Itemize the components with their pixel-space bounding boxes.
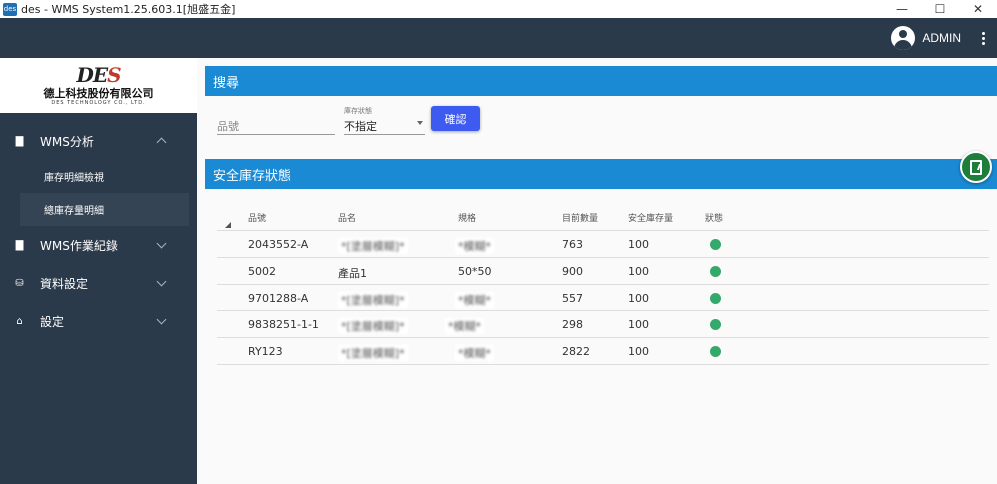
column-header-spec[interactable]: 規格 <box>458 211 476 224</box>
company-name-cn: 德上科技股份有限公司 <box>43 86 154 100</box>
cell-spec: 50*50 <box>458 264 492 278</box>
close-icon[interactable]: ✕ <box>959 0 997 18</box>
cell-part-no: 5002 <box>248 264 276 278</box>
chevron-down-icon <box>156 238 167 249</box>
sidebar-item-wms-analysis[interactable]: ▇ WMS分析 <box>0 122 197 160</box>
cell-part-no: 9838251-1-1 <box>248 318 319 332</box>
status-ok-icon <box>710 292 721 304</box>
chevron-down-icon <box>156 276 167 287</box>
column-header-safety-stock[interactable]: 安全庫存量 <box>628 211 673 224</box>
cell-name: *[塗層模糊]* <box>338 291 408 308</box>
company-name-en: DES TECHNOLOGY CO., LTD. <box>51 99 146 106</box>
document-icon: ▇ <box>15 239 24 251</box>
cell-safety-stock: 100 <box>628 291 649 305</box>
user-menu[interactable]: ADMIN <box>891 26 961 50</box>
sidebar-subitem-total-inventory[interactable]: 總庫存量明細 <box>20 193 189 226</box>
stock-status-select[interactable]: 庫存狀態 不指定 <box>344 106 425 135</box>
cell-spec: *模糊* <box>445 318 484 335</box>
safety-stock-table: 品號 品名 規格 目前數量 安全庫存量 狀態 2043552-A *[塗層模糊]… <box>217 204 989 365</box>
column-header-part-no[interactable]: 品號 <box>248 211 266 224</box>
sidebar-item-label: WMS作業紀錄 <box>40 238 118 253</box>
sidebar-nav: ▇ WMS分析 庫存明細檢視 總庫存量明細 ▇ WMS作業紀錄 ⛁ 資料設定 ⌂… <box>0 113 197 340</box>
cell-qty: 2822 <box>562 345 590 359</box>
more-vert-icon[interactable] <box>973 26 993 50</box>
status-ok-icon <box>710 265 721 277</box>
table-row[interactable]: RY123 *[塗層模糊]* *模糊* 2822 100 <box>217 338 989 365</box>
part-number-input[interactable]: 品號 <box>217 106 335 135</box>
window-titlebar: des des - WMS System1.25.603.1[旭盛五金] — ☐… <box>0 0 997 18</box>
cell-qty: 298 <box>562 318 583 332</box>
sidebar-item-label: WMS分析 <box>40 134 94 149</box>
sidebar-item-data-settings[interactable]: ⛁ 資料設定 <box>0 264 197 302</box>
sidebar-item-label: 設定 <box>40 314 65 329</box>
sidebar-subitem-inventory-detail[interactable]: 庫存明細檢視 <box>20 160 189 193</box>
part-number-placeholder: 品號 <box>217 120 239 133</box>
table-row[interactable]: 9838251-1-1 *[塗層模糊]* *模糊* 298 100 <box>217 311 989 339</box>
column-header-status[interactable]: 狀態 <box>705 211 723 224</box>
confirm-button[interactable]: 確認 <box>431 106 480 131</box>
user-name: ADMIN <box>922 31 961 45</box>
avatar-icon <box>891 26 916 50</box>
sidebar-item-label: 資料設定 <box>40 276 89 291</box>
document-icon: ▇ <box>15 135 24 147</box>
sidebar-item-wms-records[interactable]: ▇ WMS作業紀錄 <box>0 226 197 264</box>
app-header: ADMIN <box>0 18 997 58</box>
status-ok-icon <box>710 319 721 331</box>
cell-part-no: 2043552-A <box>248 238 309 251</box>
cell-safety-stock: 100 <box>628 345 649 359</box>
cell-safety-stock: 100 <box>628 318 649 332</box>
cell-spec: *模糊* <box>455 345 494 362</box>
logo-mark: DES <box>76 62 121 87</box>
status-ok-icon <box>710 239 721 250</box>
table-row[interactable]: 2043552-A *[塗層模糊]* *模糊* 763 100 <box>217 231 989 258</box>
cell-name: 產品1 <box>338 266 367 280</box>
safety-stock-section-header: 安全庫存狀態 <box>205 159 997 189</box>
chevron-up-icon <box>156 137 167 148</box>
cell-qty: 900 <box>562 264 583 278</box>
dropdown-arrow-icon <box>417 121 423 125</box>
table-row[interactable]: 9701288-A *[塗層模糊]* *模糊* 557 100 <box>217 285 989 312</box>
stock-status-value: 不指定 <box>344 120 377 133</box>
cell-name: *[塗層模糊]* <box>338 345 408 362</box>
database-icon: ⛁ <box>15 277 24 289</box>
search-section-header: 搜尋 <box>205 66 997 96</box>
cell-spec: *模糊* <box>455 238 494 254</box>
table-header: 品號 品名 規格 目前數量 安全庫存量 狀態 <box>217 204 989 231</box>
status-ok-icon <box>710 346 721 358</box>
stock-status-label: 庫存狀態 <box>344 107 372 115</box>
minimize-icon[interactable]: — <box>883 0 921 18</box>
cell-part-no: 9701288-A <box>248 291 309 305</box>
cell-safety-stock: 100 <box>628 238 649 251</box>
cell-safety-stock: 100 <box>628 264 649 278</box>
column-header-name[interactable]: 品名 <box>338 211 356 224</box>
sort-icon[interactable] <box>225 222 231 228</box>
basket-icon: ⌂ <box>16 315 23 327</box>
chevron-down-icon <box>156 314 167 325</box>
main-content: 搜尋 品號 庫存狀態 不指定 確認 安全庫存狀態 品號 品名 規格 目前數量 安… <box>197 58 997 484</box>
cell-qty: 557 <box>562 291 583 305</box>
cell-spec: *模糊* <box>455 291 494 308</box>
cell-part-no: RY123 <box>248 345 283 359</box>
cell-name: *[塗層模糊]* <box>338 318 408 335</box>
sidebar-item-settings[interactable]: ⌂ 設定 <box>0 302 197 340</box>
cell-name: *[塗層模糊]* <box>338 238 408 254</box>
maximize-icon[interactable]: ☐ <box>921 0 959 18</box>
table-row[interactable]: 5002 產品1 50*50 900 100 <box>217 258 989 285</box>
window-title: des - WMS System1.25.603.1[旭盛五金] <box>21 3 236 16</box>
app-icon: des <box>3 2 17 16</box>
cell-qty: 763 <box>562 238 583 251</box>
sidebar: DES 德上科技股份有限公司 DES TECHNOLOGY CO., LTD. … <box>0 58 197 484</box>
window-controls: — ☐ ✕ <box>883 0 997 18</box>
company-logo: DES 德上科技股份有限公司 DES TECHNOLOGY CO., LTD. <box>0 58 197 113</box>
column-header-qty[interactable]: 目前數量 <box>562 211 598 224</box>
export-excel-icon[interactable] <box>960 151 992 183</box>
